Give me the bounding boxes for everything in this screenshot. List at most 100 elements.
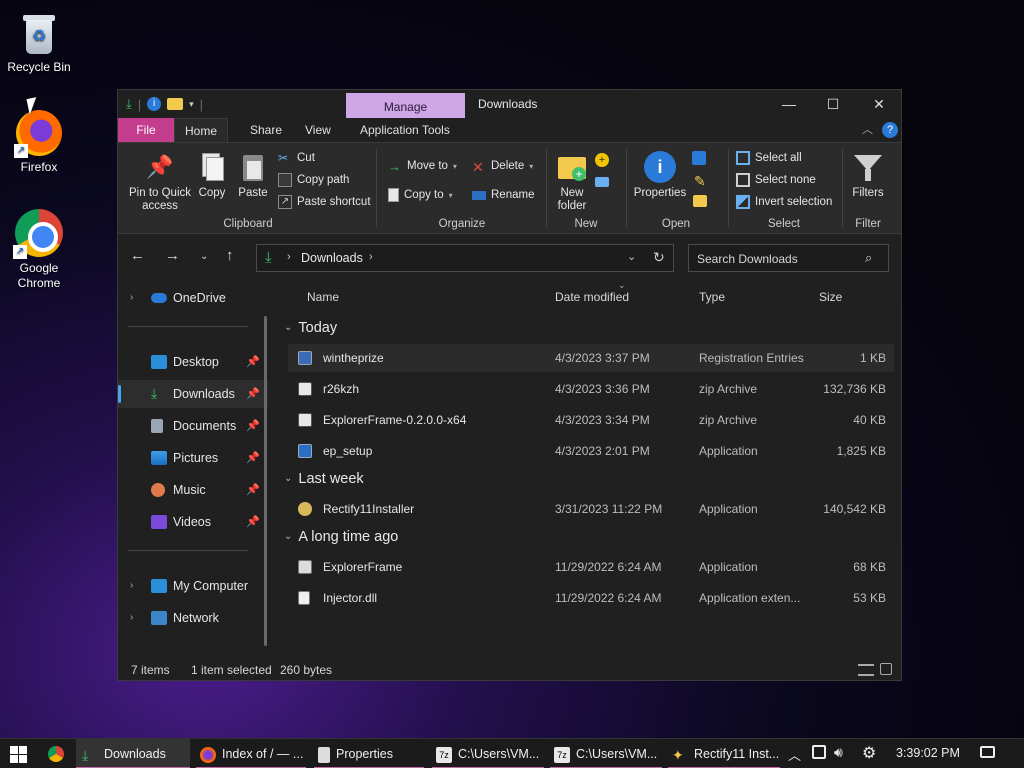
- nav-item-videos[interactable]: Videos 📌: [118, 508, 268, 536]
- chrome-taskbar-icon[interactable]: [48, 746, 64, 762]
- nav-item-network[interactable]: › Network: [118, 604, 268, 632]
- group-header[interactable]: ⌄ Last week: [284, 471, 364, 487]
- table-row[interactable]: r26kzh 4/3/2023 3:36 PM zip Archive 132,…: [288, 375, 894, 403]
- cut-button[interactable]: ✂ Cut: [278, 149, 315, 167]
- large-icons-view-icon[interactable]: [880, 663, 892, 675]
- details-view-icon[interactable]: [858, 664, 874, 676]
- tab-application-tools[interactable]: Application Tools: [350, 118, 460, 142]
- new-folder-button[interactable]: + New folder: [552, 151, 592, 213]
- pin-to-quick-access-button[interactable]: 📌 Pin to Quick access: [122, 151, 198, 213]
- nav-item-desktop[interactable]: Desktop 📌: [118, 348, 268, 376]
- rename-button[interactable]: Rename: [472, 186, 534, 204]
- nav-pane-scrollbar[interactable]: [264, 316, 267, 646]
- start-windows-icon[interactable]: [10, 746, 27, 763]
- notification-icon[interactable]: [980, 746, 995, 758]
- breadcrumb-chevron-icon[interactable]: ›: [369, 251, 373, 263]
- taskbar-item-properties[interactable]: Properties: [314, 739, 424, 768]
- open-icon[interactable]: [692, 151, 706, 165]
- help-icon[interactable]: ?: [882, 122, 898, 138]
- easy-access-icon[interactable]: [595, 177, 609, 187]
- copy-to-button[interactable]: Copy to ▾: [388, 186, 453, 204]
- group-title: Last week: [298, 471, 364, 487]
- show-hidden-icons-icon[interactable]: ︿: [788, 745, 801, 764]
- tab-share[interactable]: Share: [240, 118, 292, 142]
- select-none-button[interactable]: Select none: [736, 171, 816, 189]
- properties-button[interactable]: i Properties: [632, 151, 688, 200]
- manage-tab[interactable]: Manage: [346, 93, 465, 119]
- copy-path-button[interactable]: Copy path: [278, 171, 349, 189]
- expand-chevron-icon[interactable]: ›: [130, 572, 133, 600]
- address-dropdown-icon[interactable]: ⌄: [627, 250, 636, 263]
- desktop-icon-firefox[interactable]: ↗ Firefox: [0, 110, 78, 174]
- forward-button[interactable]: →: [165, 247, 180, 264]
- desktop-icon-recycle-bin[interactable]: ♻ Recycle Bin: [0, 8, 78, 74]
- group-header[interactable]: ⌄ A long time ago: [284, 529, 398, 545]
- breadcrumb-chevron-icon[interactable]: ›: [287, 251, 291, 263]
- volume-icon[interactable]: 🔊︎: [834, 744, 843, 761]
- close-button[interactable]: ✕: [856, 90, 902, 118]
- history-icon[interactable]: [693, 195, 707, 207]
- settings-gear-icon[interactable]: ⚙: [862, 743, 876, 763]
- new-item-icon[interactable]: +: [595, 153, 609, 167]
- qat-dropdown-icon[interactable]: ▾: [189, 99, 194, 110]
- column-header-name[interactable]: Name: [307, 290, 339, 304]
- file-name: ExplorerFrame-0.2.0.0-x64: [323, 413, 467, 427]
- pictures-icon: [151, 451, 167, 465]
- move-to-button[interactable]: → Move to ▾: [388, 157, 457, 175]
- paste-shortcut-button[interactable]: ↗ Paste shortcut: [278, 193, 371, 211]
- table-row[interactable]: ExplorerFrame-0.2.0.0-x64 4/3/2023 3:34 …: [288, 406, 894, 434]
- filter-funnel-icon: [852, 151, 884, 183]
- nav-item-downloads[interactable]: ⤓ Downloads 📌: [118, 380, 268, 408]
- tab-home[interactable]: Home: [174, 118, 229, 142]
- edit-icon[interactable]: ✎: [694, 173, 706, 190]
- expand-chevron-icon[interactable]: ›: [130, 604, 133, 632]
- table-row[interactable]: Rectify11Installer 3/31/2023 11:22 PM Ap…: [288, 495, 894, 523]
- taskbar-item-rectify11[interactable]: ✦ Rectify11 Inst...: [668, 739, 780, 768]
- table-row[interactable]: ExplorerFrame 11/29/2022 6:24 AM Applica…: [288, 553, 894, 581]
- taskbar-label: C:\Users\VM...: [576, 747, 658, 761]
- taskbar-clock[interactable]: 3:39:02 PM: [896, 746, 960, 760]
- select-all-button[interactable]: Select all: [736, 149, 802, 167]
- column-header-date[interactable]: Date modified: [555, 290, 629, 304]
- group-header[interactable]: ⌄ Today: [284, 320, 337, 336]
- maximize-button[interactable]: ☐: [810, 90, 856, 118]
- collapse-ribbon-icon[interactable]: ︿: [862, 121, 873, 137]
- nav-item-my-computer[interactable]: › My Computer: [118, 572, 268, 600]
- desktop-icon-google-chrome[interactable]: ↗ Google Chrome: [0, 209, 78, 291]
- properties-icon[interactable]: i: [147, 97, 162, 111]
- taskbar-item-7zip-2[interactable]: 7z C:\Users\VM...: [550, 739, 662, 768]
- new-folder-icon[interactable]: [167, 98, 184, 110]
- refresh-icon[interactable]: ↻: [653, 249, 665, 266]
- column-header-type[interactable]: Type: [699, 290, 725, 304]
- nav-label: Downloads: [173, 387, 235, 401]
- nav-item-music[interactable]: Music 📌: [118, 476, 268, 504]
- nav-item-documents[interactable]: Documents 📌: [118, 412, 268, 440]
- tab-file[interactable]: File: [118, 118, 174, 142]
- back-button[interactable]: ←: [130, 247, 145, 264]
- table-row[interactable]: wintheprize 4/3/2023 3:37 PM Registratio…: [288, 344, 894, 372]
- taskbar-item-7zip-1[interactable]: 7z C:\Users\VM...: [432, 739, 544, 768]
- paste-button[interactable]: Paste: [236, 151, 270, 200]
- recent-locations-button[interactable]: ⌄: [200, 251, 208, 262]
- filters-button[interactable]: Filters: [848, 151, 888, 200]
- breadcrumb-downloads[interactable]: Downloads: [301, 251, 363, 265]
- column-header-size[interactable]: Size: [819, 290, 842, 304]
- registry-file-icon: [298, 351, 312, 365]
- taskbar-item-firefox[interactable]: Index of / — ...: [196, 739, 306, 768]
- copy-button[interactable]: Copy: [196, 151, 228, 200]
- tab-view[interactable]: View: [295, 118, 341, 142]
- invert-selection-button[interactable]: Invert selection: [736, 193, 832, 211]
- nav-item-onedrive[interactable]: › OneDrive: [118, 284, 268, 312]
- nav-item-pictures[interactable]: Pictures 📌: [118, 444, 268, 472]
- download-arrow-icon[interactable]: ⤓: [126, 96, 132, 112]
- delete-button[interactable]: ✕ Delete ▾: [472, 157, 533, 175]
- network-icon[interactable]: [812, 745, 826, 759]
- address-bar[interactable]: ⤓ › Downloads › ⌄ ↻: [256, 244, 674, 272]
- table-row[interactable]: ep_setup 4/3/2023 2:01 PM Application 1,…: [288, 437, 894, 465]
- taskbar-item-downloads[interactable]: ⤓ Downloads: [76, 739, 190, 768]
- table-row[interactable]: Injector.dll 11/29/2022 6:24 AM Applicat…: [288, 584, 894, 612]
- expand-chevron-icon[interactable]: ›: [130, 284, 133, 312]
- up-button[interactable]: ↑: [226, 247, 234, 264]
- minimize-button[interactable]: —: [766, 90, 812, 118]
- search-input[interactable]: Search Downloads ⌕: [688, 244, 889, 272]
